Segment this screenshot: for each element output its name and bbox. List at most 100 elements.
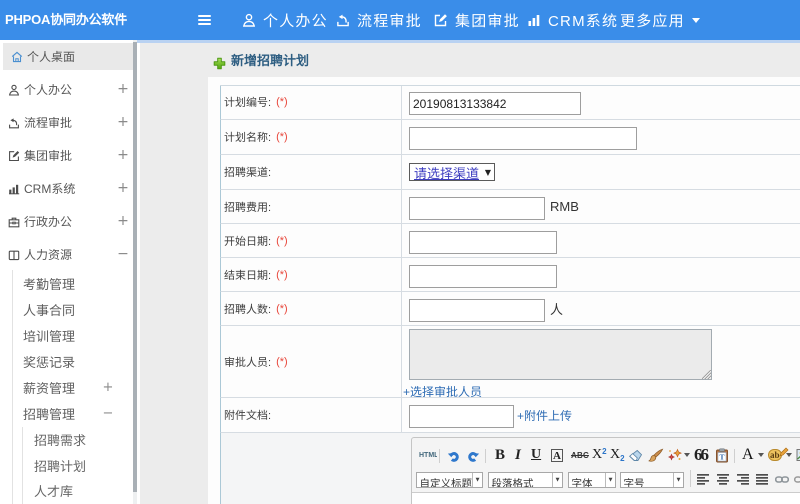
plan-name-input[interactable]: [409, 127, 637, 150]
superscript-button[interactable]: X2: [592, 447, 607, 463]
sidebar-item[interactable]: 招聘计划: [0, 452, 133, 478]
font-size-select[interactable]: 字号 ▼: [620, 472, 684, 488]
sidebar-item[interactable]: 人才库: [0, 478, 133, 504]
text-label: 培训管理: [23, 328, 76, 344]
unlink-button[interactable]: [794, 471, 800, 487]
nav-personal-office[interactable]: 个人办公: [242, 0, 328, 40]
text-label: 流程审批: [357, 12, 422, 30]
sidebar-item[interactable]: 奖惩记录: [0, 348, 133, 374]
attachment-input[interactable]: [409, 405, 514, 428]
paste-text-button[interactable]: T: [715, 447, 729, 463]
expand-icon[interactable]: +: [117, 213, 129, 229]
app-logo: PHPOA协同办公软件: [5, 12, 128, 27]
nav-more-apps[interactable]: 更多应用: [620, 0, 700, 40]
align-left-button[interactable]: [697, 471, 709, 487]
select-arrow-icon[interactable]: ▼: [605, 473, 615, 487]
fee-input[interactable]: [409, 196, 545, 220]
sidebar-item[interactable]: 集团审批 +: [0, 139, 133, 172]
approver-field-stack: +选择审批人员: [403, 326, 712, 400]
column-divider: [401, 292, 402, 325]
justify-button[interactable]: [756, 471, 768, 487]
text-label: 人力资源: [24, 247, 73, 262]
sidebar-item[interactable]: CRM系统 +: [0, 172, 133, 205]
sidebar-item[interactable]: 个人办公 +: [0, 73, 133, 106]
redo-button[interactable]: [467, 447, 480, 463]
editor-content-area[interactable]: [412, 492, 800, 504]
align-center-button[interactable]: [717, 471, 729, 487]
italic-button[interactable]: I: [515, 447, 521, 463]
sidebar-item[interactable]: 流程审批 +: [0, 106, 133, 139]
field-label: 招聘渠道:: [224, 167, 272, 179]
bold-button[interactable]: B: [495, 447, 505, 463]
sidebar-item[interactable]: 招聘需求: [0, 427, 133, 453]
bar-chart-icon: [528, 15, 540, 26]
select-arrow-icon[interactable]: ▼: [552, 473, 562, 487]
bar-chart-icon: [8, 182, 20, 195]
dropdown-caret-icon[interactable]: [786, 453, 792, 457]
field-value-cell: [409, 224, 557, 257]
nav-crm[interactable]: CRM系统: [527, 0, 618, 40]
image-icon: [796, 449, 800, 461]
column-divider: [401, 224, 402, 257]
nav-process-approval[interactable]: 流程审批: [336, 0, 422, 40]
remove-format-button[interactable]: [628, 447, 643, 463]
sidebar-item[interactable]: 人力资源 −: [0, 238, 133, 271]
approver-textarea[interactable]: [409, 329, 712, 380]
start-date-input[interactable]: [409, 230, 557, 254]
quick-format-button[interactable]: [667, 447, 683, 463]
collapse-icon[interactable]: −: [102, 406, 114, 421]
expand-icon[interactable]: +: [117, 81, 129, 97]
field-label-cell: 附件文档:: [224, 398, 271, 432]
dropdown-caret-icon[interactable]: [684, 453, 690, 457]
channel-select[interactable]: 请选择渠道 ▼: [409, 163, 495, 181]
end-date-input[interactable]: [409, 264, 557, 288]
select-arrow-icon[interactable]: ▼: [472, 473, 482, 487]
sidebar-item[interactable]: 人事合同: [0, 296, 133, 322]
sidebar-item[interactable]: 培训管理: [0, 322, 133, 348]
text-label: 字号: [623, 477, 645, 488]
select-arrow-icon[interactable]: ▼: [673, 473, 683, 487]
text-label: CRM系统: [548, 12, 619, 30]
text-label: 考勤管理: [23, 276, 76, 292]
field-label-cell: 招聘费用:: [224, 190, 271, 223]
sidebar-item[interactable]: 招聘管理 −: [0, 400, 133, 426]
dropdown-caret-icon[interactable]: [758, 453, 764, 457]
font-family-select[interactable]: 字体 ▼: [568, 472, 616, 488]
resize-grip-icon[interactable]: [702, 370, 711, 379]
image-button[interactable]: [796, 447, 800, 463]
plan-no-input[interactable]: [409, 92, 581, 115]
expand-icon[interactable]: +: [102, 380, 114, 395]
align-center-icon: [717, 473, 729, 485]
underline-button[interactable]: U: [531, 447, 541, 463]
sidebar-item[interactable]: 薪资管理 +: [0, 374, 133, 400]
link-button[interactable]: [775, 471, 789, 487]
attachment-upload-link[interactable]: +附件上传: [517, 407, 572, 424]
text-label: 段落格式: [491, 477, 534, 488]
heading-select[interactable]: 自定义标题 ▼: [416, 472, 483, 488]
format-painter-button[interactable]: [648, 447, 664, 463]
font-color-button[interactable]: A: [742, 446, 754, 463]
strikethrough-button[interactable]: ABC: [571, 447, 589, 463]
source-code-button[interactable]: HTML: [419, 447, 437, 463]
expand-icon[interactable]: +: [117, 147, 129, 163]
sidebar-item[interactable]: 考勤管理: [0, 270, 133, 296]
menu-toggle-icon[interactable]: [198, 15, 211, 26]
subscript-button[interactable]: X2: [610, 447, 625, 463]
align-right-button[interactable]: [737, 471, 749, 487]
nav-group-approval[interactable]: 集团审批: [433, 0, 520, 40]
sidebar-scrollbar[interactable]: [132, 40, 137, 504]
expand-icon[interactable]: +: [117, 114, 129, 130]
sidebar-item[interactable]: 行政办公 +: [0, 205, 133, 238]
field-label-cell: 计划编号: (*): [224, 85, 288, 119]
font-style-button[interactable]: A: [551, 449, 563, 462]
expand-icon[interactable]: +: [117, 180, 129, 196]
field-value-cell: [409, 258, 557, 291]
undo-button[interactable]: [447, 447, 460, 463]
field-value-cell: +选择审批人员: [403, 326, 712, 400]
sidebar-item[interactable]: 个人桌面: [3, 43, 133, 70]
collapse-icon[interactable]: −: [117, 246, 129, 262]
headcount-input[interactable]: [409, 298, 545, 322]
blockquote-button[interactable]: 66: [694, 445, 709, 464]
sparkles-icon: [668, 448, 682, 460]
paragraph-select[interactable]: 段落格式 ▼: [488, 472, 563, 488]
